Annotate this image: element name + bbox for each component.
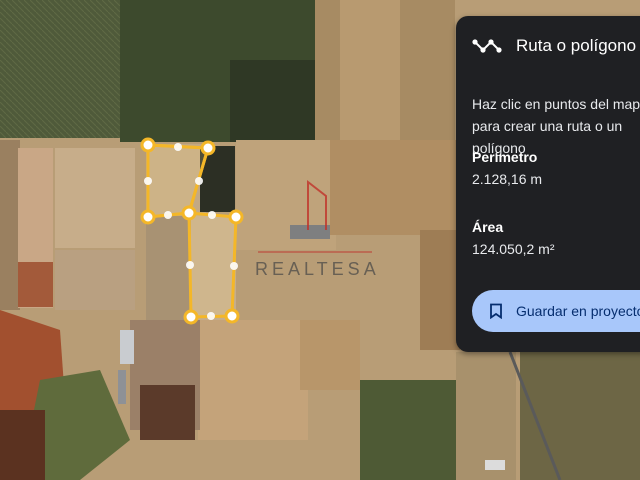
midpoint-handle	[186, 261, 194, 269]
polygon-vertex	[140, 209, 156, 225]
panel-header: Ruta o polígono	[472, 36, 636, 56]
midpoint-handle	[164, 211, 172, 219]
polygon-vertex	[181, 205, 197, 221]
midpoint-handle	[174, 143, 182, 151]
midpoint-handle	[144, 177, 152, 185]
measure-panel: Ruta o polígono Haz clic en puntos del m…	[456, 16, 640, 352]
bookmark-icon	[490, 303, 502, 319]
midpoint-handle	[230, 262, 238, 270]
watermark-text: REALTESA	[255, 259, 380, 279]
panel-title: Ruta o polígono	[516, 36, 637, 55]
polygon-vertex	[183, 309, 199, 325]
route-icon	[472, 39, 502, 53]
polygon-vertex	[228, 209, 244, 225]
save-button-label: Guardar en proyecto	[516, 303, 640, 319]
perimeter-label: Perímetro	[472, 149, 538, 165]
area-value: 124.050,2 m²	[472, 241, 555, 257]
area-label: Área	[472, 219, 504, 235]
save-to-project-button[interactable]: Guardar en proyecto	[472, 290, 640, 332]
midpoint-handle	[207, 312, 215, 320]
midpoint-handle	[195, 177, 203, 185]
perimeter-value: 2.128,16 m	[472, 171, 543, 187]
midpoint-handle	[208, 211, 216, 219]
polygon-vertex	[140, 137, 156, 153]
polygon-vertex	[224, 308, 240, 324]
polygon-vertex	[200, 140, 216, 156]
